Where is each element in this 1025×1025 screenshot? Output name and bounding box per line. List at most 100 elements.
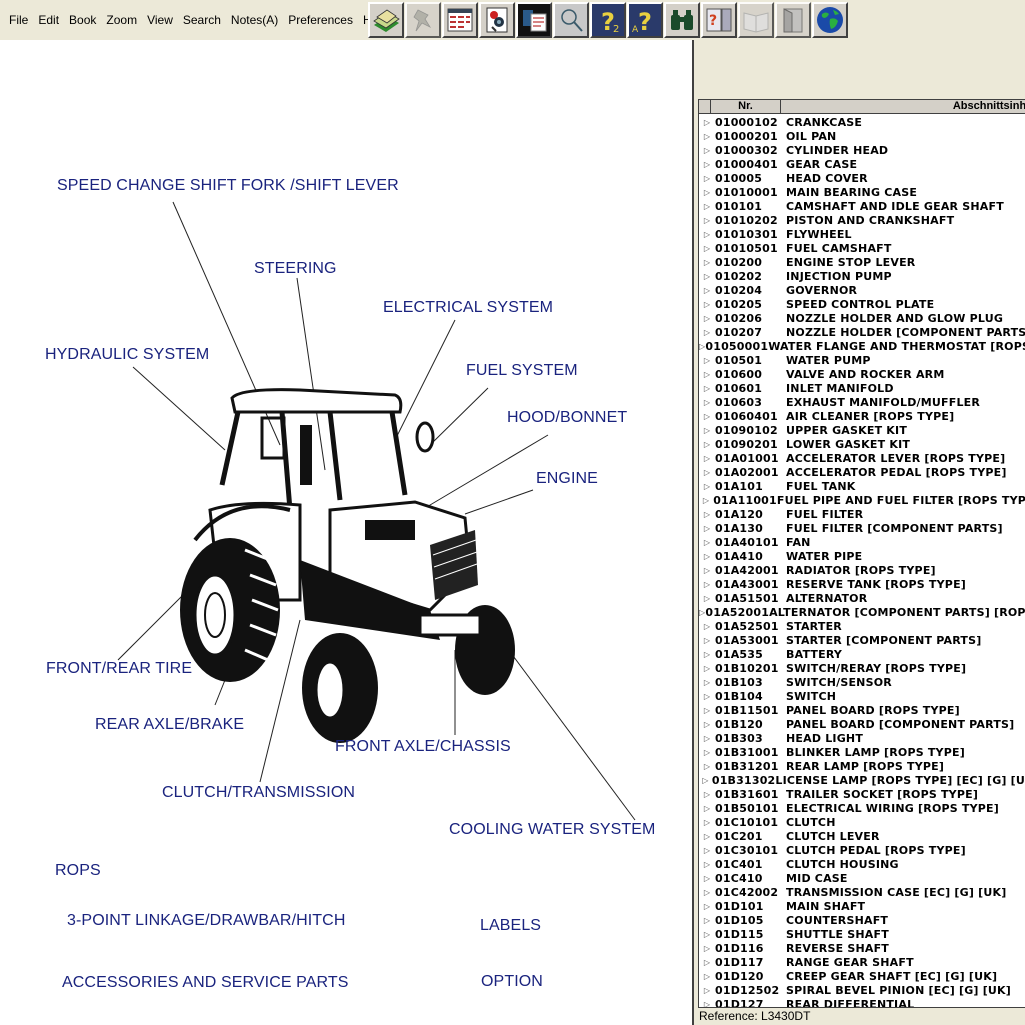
expand-arrow-icon[interactable]: ▷ (699, 286, 715, 295)
table-row[interactable]: ▷ 01A53001 STARTER [COMPONENT PARTS] (699, 633, 1025, 647)
table-row[interactable]: ▷ 010200 ENGINE STOP LEVER (699, 255, 1025, 269)
menu-edit[interactable]: Edit (33, 0, 64, 40)
table-row[interactable]: ▷ 01000102 CRANKCASE (699, 115, 1025, 129)
table-row[interactable]: ▷ 010202 INJECTION PUMP (699, 269, 1025, 283)
expand-arrow-icon[interactable]: ▷ (699, 524, 715, 533)
callout-labels[interactable]: LABELS (480, 917, 541, 935)
find-button[interactable] (664, 2, 700, 38)
open-book-button[interactable] (738, 2, 774, 38)
table-row[interactable]: ▷ 01090201 LOWER GASKET KIT (699, 437, 1025, 451)
parts-list-button[interactable] (442, 2, 478, 38)
parts-sheet-button[interactable] (516, 2, 552, 38)
help-button[interactable]: ? 2 (590, 2, 626, 38)
table-row[interactable]: ▷ 01000302 CYLINDER HEAD (699, 143, 1025, 157)
expand-arrow-icon[interactable]: ▷ (699, 552, 715, 561)
table-row[interactable]: ▷ 01A01001 ACCELERATOR LEVER [ROPS TYPE] (699, 451, 1025, 465)
expand-arrow-icon[interactable]: ▷ (699, 706, 715, 715)
table-row[interactable]: ▷ 010005 HEAD COVER (699, 171, 1025, 185)
expand-arrow-icon[interactable]: ▷ (699, 874, 715, 883)
magnifier-button[interactable] (553, 2, 589, 38)
callout-hydraulic-system[interactable]: HYDRAULIC SYSTEM (45, 346, 209, 364)
callout-clutch-transmission[interactable]: CLUTCH/TRANSMISSION (162, 784, 355, 802)
expand-arrow-icon[interactable]: ▷ (699, 440, 715, 449)
expand-arrow-icon[interactable]: ▷ (699, 202, 715, 211)
callout-steering[interactable]: STEERING (254, 260, 337, 278)
expand-arrow-icon[interactable]: ▷ (699, 622, 715, 631)
table-row[interactable]: ▷ 01B31302 LICENSE LAMP [ROPS TYPE] [EC] [… (699, 773, 1025, 787)
expand-arrow-icon[interactable]: ▷ (699, 986, 715, 995)
expand-arrow-icon[interactable]: ▷ (699, 664, 715, 673)
menu-file[interactable]: File (4, 0, 33, 40)
table-row[interactable]: ▷ 01B303 HEAD LIGHT (699, 731, 1025, 745)
table-row[interactable]: ▷ 01D120 CREEP GEAR SHAFT [EC] [G] [UK] (699, 969, 1025, 983)
table-row[interactable]: ▷ 01A40101 FAN (699, 535, 1025, 549)
table-row[interactable]: ▷ 01A43001 RESERVE TANK [ROPS TYPE] (699, 577, 1025, 591)
table-row[interactable]: ▷ 01090102 UPPER GASKET KIT (699, 423, 1025, 437)
table-row[interactable]: ▷ 01A101 FUEL TANK (699, 479, 1025, 493)
expand-arrow-icon[interactable]: ▷ (699, 888, 715, 897)
expand-arrow-icon[interactable]: ▷ (699, 650, 715, 659)
table-row[interactable]: ▷ 01A120 FUEL FILTER (699, 507, 1025, 521)
table-row[interactable]: ▷ 01D117 RANGE GEAR SHAFT (699, 955, 1025, 969)
table-row[interactable]: ▷ 01C201 CLUTCH LEVER (699, 829, 1025, 843)
callout-3-point-linkage[interactable]: 3-POINT LINKAGE/DRAWBAR/HITCH (67, 912, 346, 930)
table-row[interactable]: ▷ 01C401 CLUTCH HOUSING (699, 857, 1025, 871)
table-row[interactable]: ▷ 01D115 SHUTTLE SHAFT (699, 927, 1025, 941)
expand-arrow-icon[interactable]: ▷ (699, 272, 715, 281)
expand-arrow-icon[interactable]: ▷ (699, 482, 715, 491)
callout-engine[interactable]: ENGINE (536, 470, 598, 488)
table-row[interactable]: ▷ 01A02001 ACCELERATOR PEDAL [ROPS TYPE] (699, 465, 1025, 479)
help-alt-button[interactable]: ? A (627, 2, 663, 38)
card-file-button[interactable] (368, 2, 404, 38)
expand-arrow-icon[interactable]: ▷ (699, 132, 715, 141)
callout-accessories-service-parts[interactable]: ACCESSORIES AND SERVICE PARTS (62, 974, 349, 992)
document-help-button[interactable]: ? (701, 2, 737, 38)
expand-arrow-icon[interactable]: ▷ (699, 804, 715, 813)
callout-fuel-system[interactable]: FUEL SYSTEM (466, 362, 578, 380)
table-row[interactable]: ▷ 01050001 WATER FLANGE AND THERMOSTAT [RO… (699, 339, 1025, 353)
table-row[interactable]: ▷ 010207 NOZZLE HOLDER [COMPONENT PARTS] (699, 325, 1025, 339)
table-row[interactable]: ▷ 01060401 AIR CLEANER [ROPS TYPE] (699, 409, 1025, 423)
callout-electrical-system[interactable]: ELECTRICAL SYSTEM (383, 299, 553, 317)
expand-arrow-icon[interactable]: ▷ (699, 636, 715, 645)
expand-arrow-icon[interactable]: ▷ (699, 510, 715, 519)
table-row[interactable]: ▷ 01A11001 FUEL PIPE AND FUEL FILTER [ROPS… (699, 493, 1025, 507)
header-description[interactable]: Abschnittsinhalt (781, 100, 1025, 113)
table-row[interactable]: ▷ 01B120 PANEL BOARD [COMPONENT PARTS] (699, 717, 1025, 731)
expand-arrow-icon[interactable]: ▷ (699, 328, 715, 337)
expand-arrow-icon[interactable]: ▷ (699, 580, 715, 589)
table-row[interactable]: ▷ 01010301 FLYWHEEL (699, 227, 1025, 241)
table-row[interactable]: ▷ 01B31601 TRAILER SOCKET [ROPS TYPE] (699, 787, 1025, 801)
expand-arrow-icon[interactable]: ▷ (699, 930, 715, 939)
table-row[interactable]: ▷ 01010501 FUEL CAMSHAFT (699, 241, 1025, 255)
table-row[interactable]: ▷ 01010001 MAIN BEARING CASE (699, 185, 1025, 199)
table-row[interactable]: ▷ 01B31001 BLINKER LAMP [ROPS TYPE] (699, 745, 1025, 759)
expand-arrow-icon[interactable]: ▷ (699, 244, 715, 253)
expand-arrow-icon[interactable]: ▷ (699, 972, 715, 981)
table-row[interactable]: ▷ 010204 GOVERNOR (699, 283, 1025, 297)
expand-arrow-icon[interactable]: ▷ (699, 748, 715, 757)
expand-arrow-icon[interactable]: ▷ (699, 216, 715, 225)
table-row[interactable]: ▷ 01D101 MAIN SHAFT (699, 899, 1025, 913)
callout-front-rear-tire[interactable]: FRONT/REAR TIRE (46, 660, 192, 678)
web-button[interactable] (812, 2, 848, 38)
expand-arrow-icon[interactable]: ▷ (699, 902, 715, 911)
expand-arrow-icon[interactable]: ▷ (699, 566, 715, 575)
menu-book[interactable]: Book (64, 0, 101, 40)
table-row[interactable]: ▷ 01B50101 ELECTRICAL WIRING [ROPS TYPE] (699, 801, 1025, 815)
expand-arrow-icon[interactable]: ▷ (699, 398, 715, 407)
table-row[interactable]: ▷ 01A410 WATER PIPE (699, 549, 1025, 563)
expand-arrow-icon[interactable]: ▷ (699, 384, 715, 393)
expand-arrow-icon[interactable]: ▷ (699, 160, 715, 169)
expand-arrow-icon[interactable]: ▷ (699, 188, 715, 197)
callout-front-axle-chassis[interactable]: FRONT AXLE/CHASSIS (335, 738, 511, 756)
callout-rops[interactable]: ROPS (55, 862, 101, 880)
table-row[interactable]: ▷ 01B104 SWITCH (699, 689, 1025, 703)
table-row[interactable]: ▷ 010205 SPEED CONTROL PLATE (699, 297, 1025, 311)
table-row[interactable]: ▷ 01B103 SWITCH/SENSOR (699, 675, 1025, 689)
expand-arrow-icon[interactable]: ▷ (699, 230, 715, 239)
pushpin-button[interactable] (405, 2, 441, 38)
table-row[interactable]: ▷ 01B31201 REAR LAMP [ROPS TYPE] (699, 759, 1025, 773)
expand-arrow-icon[interactable]: ▷ (699, 818, 715, 827)
exit-button[interactable] (775, 2, 811, 38)
